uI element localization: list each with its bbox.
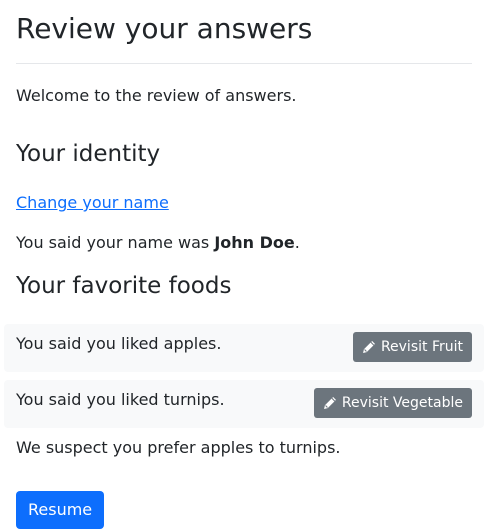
preference-conclusion: We suspect you prefer apples to turnips.: [16, 438, 341, 457]
revisit-fruit-button[interactable]: Revisit Fruit: [352, 332, 472, 362]
food-row-fruit: You said you liked apples. Revisit Fruit: [4, 324, 484, 372]
change-name-link[interactable]: Change your name: [16, 191, 169, 215]
revisit-fruit-label: Revisit Fruit: [380, 339, 463, 355]
fruit-answer-text: You said you liked apples.: [16, 334, 222, 353]
revisit-vegetable-button[interactable]: Revisit Vegetable: [313, 388, 472, 418]
revisit-vegetable-label: Revisit Vegetable: [341, 395, 463, 411]
title-divider: [16, 63, 472, 64]
vegetable-answer-text: You said you liked turnips.: [16, 390, 225, 409]
review-page: Review your answers Welcome to the revie…: [0, 0, 488, 530]
user-name: John Doe: [214, 233, 295, 252]
resume-button[interactable]: Resume: [16, 491, 105, 529]
name-prefix: You said your name was: [16, 233, 215, 252]
name-suffix: .: [294, 233, 300, 252]
identity-heading: Your identity: [16, 141, 161, 167]
name-statement: You said your name was John Doe.: [16, 231, 300, 255]
pencil-icon: [323, 396, 337, 410]
food-row-vegetable: You said you liked turnips. Revisit Vege…: [4, 380, 484, 428]
foods-heading: Your favorite foods: [16, 273, 232, 299]
pencil-icon: [362, 340, 376, 354]
page-title: Review your answers: [16, 12, 313, 45]
intro-text: Welcome to the review of answers.: [16, 86, 297, 105]
